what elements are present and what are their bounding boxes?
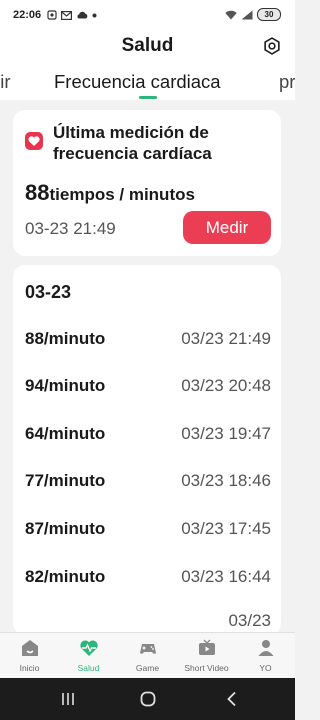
history-row[interactable]: 03/23 bbox=[25, 605, 271, 635]
status-bar: 22:06 30 bbox=[0, 0, 295, 30]
battery-icon: 30 bbox=[257, 8, 281, 21]
person-icon bbox=[258, 640, 273, 656]
nav-label: Short Video bbox=[184, 663, 229, 673]
history-time: 03/23 17:45 bbox=[181, 519, 271, 538]
history-rate: 82/minuto bbox=[25, 567, 106, 586]
nav-item-short-video[interactable]: Short Video bbox=[177, 637, 236, 673]
status-time: 22:06 bbox=[13, 9, 42, 21]
tab-heart-rate[interactable]: Frecuencia cardiaca bbox=[54, 71, 221, 93]
history-row[interactable]: 88/minuto 03/23 21:49 bbox=[25, 323, 271, 353]
latest-heart-rate-unit: tiempos / minutos bbox=[49, 185, 195, 204]
bottom-navigation: Inicio Salud Game Short Video YO bbox=[0, 632, 295, 679]
history-time: 03/23 19:47 bbox=[181, 424, 271, 443]
nav-label: Inicio bbox=[19, 663, 40, 673]
home-button-icon[interactable] bbox=[140, 691, 156, 707]
nav-item-yo[interactable]: YO bbox=[236, 637, 295, 673]
history-time: 03/23 bbox=[228, 611, 271, 630]
gamepad-icon bbox=[139, 644, 156, 654]
history-time: 03/23 18:46 bbox=[181, 471, 271, 490]
back-icon[interactable] bbox=[226, 691, 238, 707]
heart-pulse-icon bbox=[79, 640, 98, 656]
home-icon bbox=[21, 640, 38, 656]
history-time: 03/23 21:49 bbox=[181, 329, 271, 348]
latest-measurement-time: 03-23 21:49 bbox=[25, 219, 116, 238]
nav-label: Game bbox=[135, 663, 160, 673]
nav-item-game[interactable]: Game bbox=[118, 637, 177, 673]
history-date-header: 03-23 bbox=[25, 282, 72, 302]
recent-apps-icon[interactable] bbox=[60, 692, 76, 706]
history-row[interactable]: 94/minuto 03/23 20:48 bbox=[25, 370, 271, 400]
history-time: 03/23 20:48 bbox=[181, 376, 271, 395]
signal-icon bbox=[241, 10, 253, 19]
dot-notification-icon bbox=[92, 13, 97, 17]
history-rate: 77/minuto bbox=[25, 471, 106, 490]
cloud-notification-icon bbox=[77, 11, 88, 19]
history-rate: 64/minuto bbox=[25, 424, 106, 443]
history-row[interactable]: 64/minuto 03/23 19:47 bbox=[25, 418, 271, 448]
history-row[interactable]: 87/minuto 03/23 17:45 bbox=[25, 513, 271, 543]
photo-notification-icon bbox=[47, 10, 57, 20]
settings-gear-icon[interactable] bbox=[262, 36, 282, 56]
app-header: Salud bbox=[0, 30, 295, 62]
history-row[interactable]: 82/minuto 03/23 16:44 bbox=[25, 561, 271, 591]
history-row[interactable]: 77/minuto 03/23 18:46 bbox=[25, 465, 271, 495]
latest-heart-rate-value: 88 bbox=[25, 180, 50, 205]
nav-item-salud[interactable]: Salud bbox=[59, 637, 118, 673]
category-tabs: nir Frecuencia cardiaca pr bbox=[0, 62, 295, 100]
measure-button[interactable]: Medir bbox=[183, 211, 271, 244]
heart-icon bbox=[25, 132, 43, 150]
heart-rate-history-card: 03-23 88/minuto 03/23 21:49 94/minuto 03… bbox=[13, 265, 281, 635]
history-rate: 87/minuto bbox=[25, 519, 106, 538]
active-tab-indicator bbox=[139, 96, 157, 99]
history-rate: 94/minuto bbox=[25, 376, 106, 395]
system-navigation-bar bbox=[0, 678, 295, 720]
notification-icons bbox=[47, 10, 97, 20]
mail-notification-icon bbox=[61, 10, 73, 20]
latest-heart-rate: 88tiempos / minutos bbox=[25, 180, 195, 206]
nav-item-inicio[interactable]: Inicio bbox=[0, 637, 59, 673]
tab-previous[interactable]: nir bbox=[0, 71, 11, 93]
wifi-icon bbox=[225, 10, 237, 19]
tv-icon bbox=[198, 639, 215, 655]
latest-measurement-card: Última medición de frecuencia cardíaca 8… bbox=[13, 110, 281, 256]
nav-label: Salud bbox=[77, 663, 100, 673]
latest-measurement-title: Última medición de frecuencia cardíaca bbox=[53, 123, 212, 163]
nav-label: YO bbox=[259, 663, 272, 673]
history-time: 03/23 16:44 bbox=[181, 567, 271, 586]
tab-next[interactable]: pr bbox=[279, 71, 295, 93]
history-rate: 88/minuto bbox=[25, 329, 106, 348]
page-title: Salud bbox=[121, 35, 174, 56]
